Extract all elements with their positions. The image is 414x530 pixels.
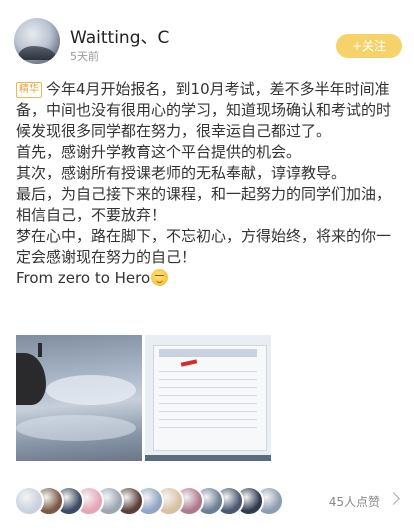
post-text: From zero to Hero <box>16 269 151 287</box>
post-paragraph: From zero to Hero <box>16 268 404 289</box>
roof-silhouette <box>16 353 46 405</box>
screen-row <box>159 427 257 428</box>
post-paragraph: 梦在心中，路在脚下，不忘初心，方得始终，将来的你一定会感谢现在努力的自己！ <box>16 227 392 266</box>
post-header: Waitting、C 5天前 +关注 <box>14 18 402 70</box>
author-username[interactable]: Waitting、C <box>70 23 169 48</box>
cloud-shape <box>16 415 136 441</box>
screen-row <box>159 371 257 372</box>
post-paragraph: 最后，为自己接下来的课程，和一起努力的同学们加油，相信自己，不要放弃！ <box>16 185 392 224</box>
taskbar <box>145 455 271 461</box>
roof-tip <box>38 343 42 357</box>
screen-row <box>159 387 257 388</box>
featured-tag: 精华 <box>16 82 42 98</box>
avatar-landscape <box>18 46 56 60</box>
monitor-screen <box>153 345 267 451</box>
screen-row <box>159 403 257 404</box>
chevron-right-icon[interactable] <box>387 492 400 505</box>
cloud-shape <box>46 375 136 405</box>
screen-row <box>159 419 257 420</box>
sky-photo[interactable] <box>16 335 142 461</box>
screen-header-bar <box>159 349 257 357</box>
post-text: 今年4月开始报名，到10月考试，差不多半年时间准备，中间也没有很用心的学习，知道… <box>16 80 392 140</box>
likes-bar[interactable]: 45人点赞 <box>14 486 404 518</box>
author-avatar[interactable] <box>14 18 60 64</box>
post-paragraph: 其次，感谢所有授课老师的无私奉献，谆谆教导。 <box>16 164 347 182</box>
post-paragraph: 首先，感谢升学教育这个平台提供的机会。 <box>16 143 302 161</box>
screen-row <box>159 411 257 412</box>
smile-emoji-icon <box>151 269 169 286</box>
screen-row <box>159 379 257 380</box>
screen-row <box>159 395 257 396</box>
post-timestamp: 5天前 <box>70 50 99 63</box>
exam-result-screenshot-photo[interactable] <box>145 335 271 461</box>
post-body: 精华 今年4月开始报名，到10月考试，差不多半年时间准备，中间也没有很用心的学习，… <box>16 79 404 289</box>
post-paragraph: 精华 今年4月开始报名，到10月考试，差不多半年时间准备，中间也没有很用心的学习，… <box>16 79 404 142</box>
liker-avatar[interactable] <box>14 486 44 516</box>
follow-button[interactable]: +关注 <box>336 34 402 58</box>
like-count[interactable]: 45人点赞 <box>329 493 380 510</box>
